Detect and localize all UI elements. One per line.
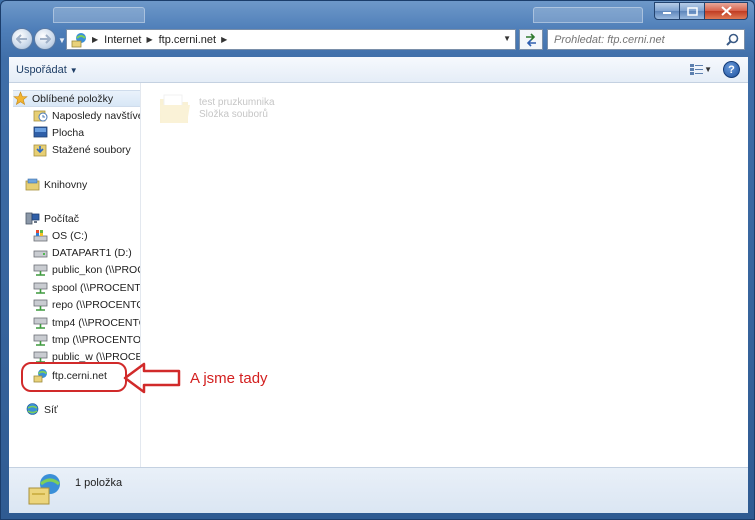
network-drive-icon: [33, 299, 48, 311]
breadcrumb-separator-icon[interactable]: ▶: [92, 35, 98, 44]
sidebar-item-drive-d[interactable]: DATAPART1 (D:): [33, 244, 132, 261]
sidebar-item-label: Síť: [44, 403, 58, 416]
sidebar-item-label: Plocha: [52, 126, 85, 139]
change-view-icon[interactable]: [690, 63, 704, 76]
list-item[interactable]: test pruzkumnika Složka souborů: [158, 91, 275, 127]
close-icon: [720, 6, 732, 16]
ftp-location-icon: [71, 32, 86, 47]
chevron-down-icon: ▼: [69, 66, 78, 75]
sidebar-item-network[interactable]: Síť: [25, 401, 58, 418]
ftp-location-icon: [28, 474, 60, 505]
sidebar-item-downloads[interactable]: Stažené soubory: [33, 141, 131, 158]
downloads-folder-icon: [33, 144, 47, 157]
sidebar-item-ftp[interactable]: ftp.cerni.net: [33, 367, 107, 384]
window-controls: [654, 2, 748, 20]
sidebar-item-network-drive[interactable]: public_kon (\\PROCENTO1): [33, 261, 140, 278]
recent-places-icon: [33, 110, 48, 122]
sidebar-item-favorites[interactable]: Oblíbené položky: [13, 90, 140, 107]
breadcrumb-separator-icon[interactable]: ▶: [146, 35, 152, 44]
sidebar-item-network-drive[interactable]: spool (\\PROCENTO1): [33, 279, 141, 296]
maximize-button[interactable]: [680, 2, 705, 20]
back-button[interactable]: [11, 28, 33, 50]
sidebar-item-label: OS (C:): [52, 229, 88, 242]
maximize-icon: [686, 6, 698, 16]
sidebar-item-libraries[interactable]: Knihovny: [25, 176, 87, 193]
network-icon: [26, 403, 39, 415]
organize-label: Uspořádat: [16, 64, 67, 76]
sidebar-item-network-drive[interactable]: repo (\\PROCENTO1): [33, 296, 140, 313]
background-tab-ghost: [53, 7, 145, 23]
sidebar-item-label: public_kon (\\PROCENTO1): [52, 263, 140, 276]
command-toolbar: Uspořádat ▼ ▼ ?: [9, 57, 748, 83]
sidebar-item-drive-c[interactable]: OS (C:): [33, 227, 88, 244]
minimize-button[interactable]: [654, 2, 680, 20]
breadcrumb-ftp[interactable]: ftp.cerni.net: [159, 34, 216, 46]
desktop-icon: [33, 126, 48, 138]
sidebar-item-label: DATAPART1 (D:): [52, 246, 132, 259]
sidebar-item-desktop[interactable]: Plocha: [33, 124, 84, 141]
back-arrow-icon: [16, 34, 27, 44]
sidebar-item-label: ftp.cerni.net: [52, 369, 107, 382]
forward-button[interactable]: [34, 28, 56, 50]
libraries-icon: [25, 178, 40, 191]
forward-arrow-icon: [40, 34, 51, 44]
breadcrumb-separator-icon[interactable]: ▶: [221, 35, 227, 44]
file-type: Složka souborů: [199, 109, 268, 120]
annotation-label: A jsme tady: [190, 370, 268, 387]
content-area: Oblíbené položky Naposledy navštívené Pl…: [9, 83, 748, 467]
sidebar-item-label: spool (\\PROCENTO1): [52, 281, 141, 294]
sidebar-item-network-drive[interactable]: tmp (\\PROCENTO1): [33, 331, 141, 348]
sidebar-item-label: tmp4 (\\PROCENTO1): [52, 316, 140, 329]
file-list-pane: test pruzkumnika Složka souborů: [142, 83, 748, 467]
view-options-dropdown[interactable]: ▼: [704, 65, 712, 74]
search-icon[interactable]: [726, 33, 739, 46]
network-drive-icon: [33, 334, 48, 346]
refresh-button[interactable]: [519, 29, 543, 50]
sidebar-item-label: tmp (\\PROCENTO1): [52, 333, 141, 346]
sidebar-item-label: Naposledy navštívené: [52, 109, 140, 122]
help-icon[interactable]: ?: [723, 61, 740, 78]
star-icon: [13, 91, 28, 106]
refresh-icon: [526, 32, 536, 47]
title-bar: [1, 1, 754, 23]
network-drive-icon: [33, 264, 48, 276]
close-button[interactable]: [705, 2, 748, 20]
folder-icon: [160, 94, 190, 123]
organize-menu-button[interactable]: Uspořádat ▼: [16, 64, 78, 76]
breadcrumb-internet[interactable]: Internet: [104, 34, 141, 46]
network-drive-icon: [33, 282, 48, 294]
network-drive-icon: [33, 351, 48, 363]
background-tab-ghost-2: [533, 7, 643, 23]
sidebar-item-label: repo (\\PROCENTO1): [52, 298, 140, 311]
sidebar-item-computer[interactable]: Počítač: [25, 210, 79, 227]
minimize-icon: [663, 12, 671, 14]
search-box[interactable]: [547, 29, 745, 50]
file-name: test pruzkumnika: [199, 97, 275, 108]
recent-pages-dropdown[interactable]: ▼: [58, 36, 66, 45]
annotation-arrow-icon: [123, 362, 181, 394]
address-bar[interactable]: ▶ Internet ▶ ftp.cerni.net ▶ ▼: [66, 29, 516, 50]
sidebar-item-label: Knihovny: [44, 178, 88, 191]
explorer-window: ▼ ▶ Internet ▶ ftp.cerni.net ▶ ▼ Prohled…: [0, 0, 755, 520]
sidebar-item-recent-places[interactable]: Naposledy navštívené: [33, 107, 140, 124]
item-count: 1 položka: [75, 477, 123, 489]
sidebar-item-network-drive[interactable]: tmp4 (\\PROCENTO1): [33, 314, 140, 331]
address-history-dropdown[interactable]: ▼: [503, 34, 511, 43]
sidebar-item-label: Oblíbené položky: [32, 92, 114, 105]
file-text: test pruzkumnika Složka souborů: [199, 97, 275, 127]
sidebar-item-label: Počítač: [44, 212, 80, 225]
ftp-location-icon: [33, 369, 48, 383]
sidebar-item-label: Stažené soubory: [52, 143, 131, 156]
network-drive-icon: [33, 317, 48, 329]
status-bar: 1 položka: [9, 467, 748, 513]
computer-icon: [25, 212, 40, 225]
search-input[interactable]: [554, 33, 724, 46]
address-row: ▼ ▶ Internet ▶ ftp.cerni.net ▶ ▼: [1, 25, 754, 53]
drive-icon: [33, 250, 48, 258]
windows-drive-icon: [33, 230, 48, 242]
navigation-pane: Oblíbené položky Naposledy navštívené Pl…: [9, 83, 141, 467]
